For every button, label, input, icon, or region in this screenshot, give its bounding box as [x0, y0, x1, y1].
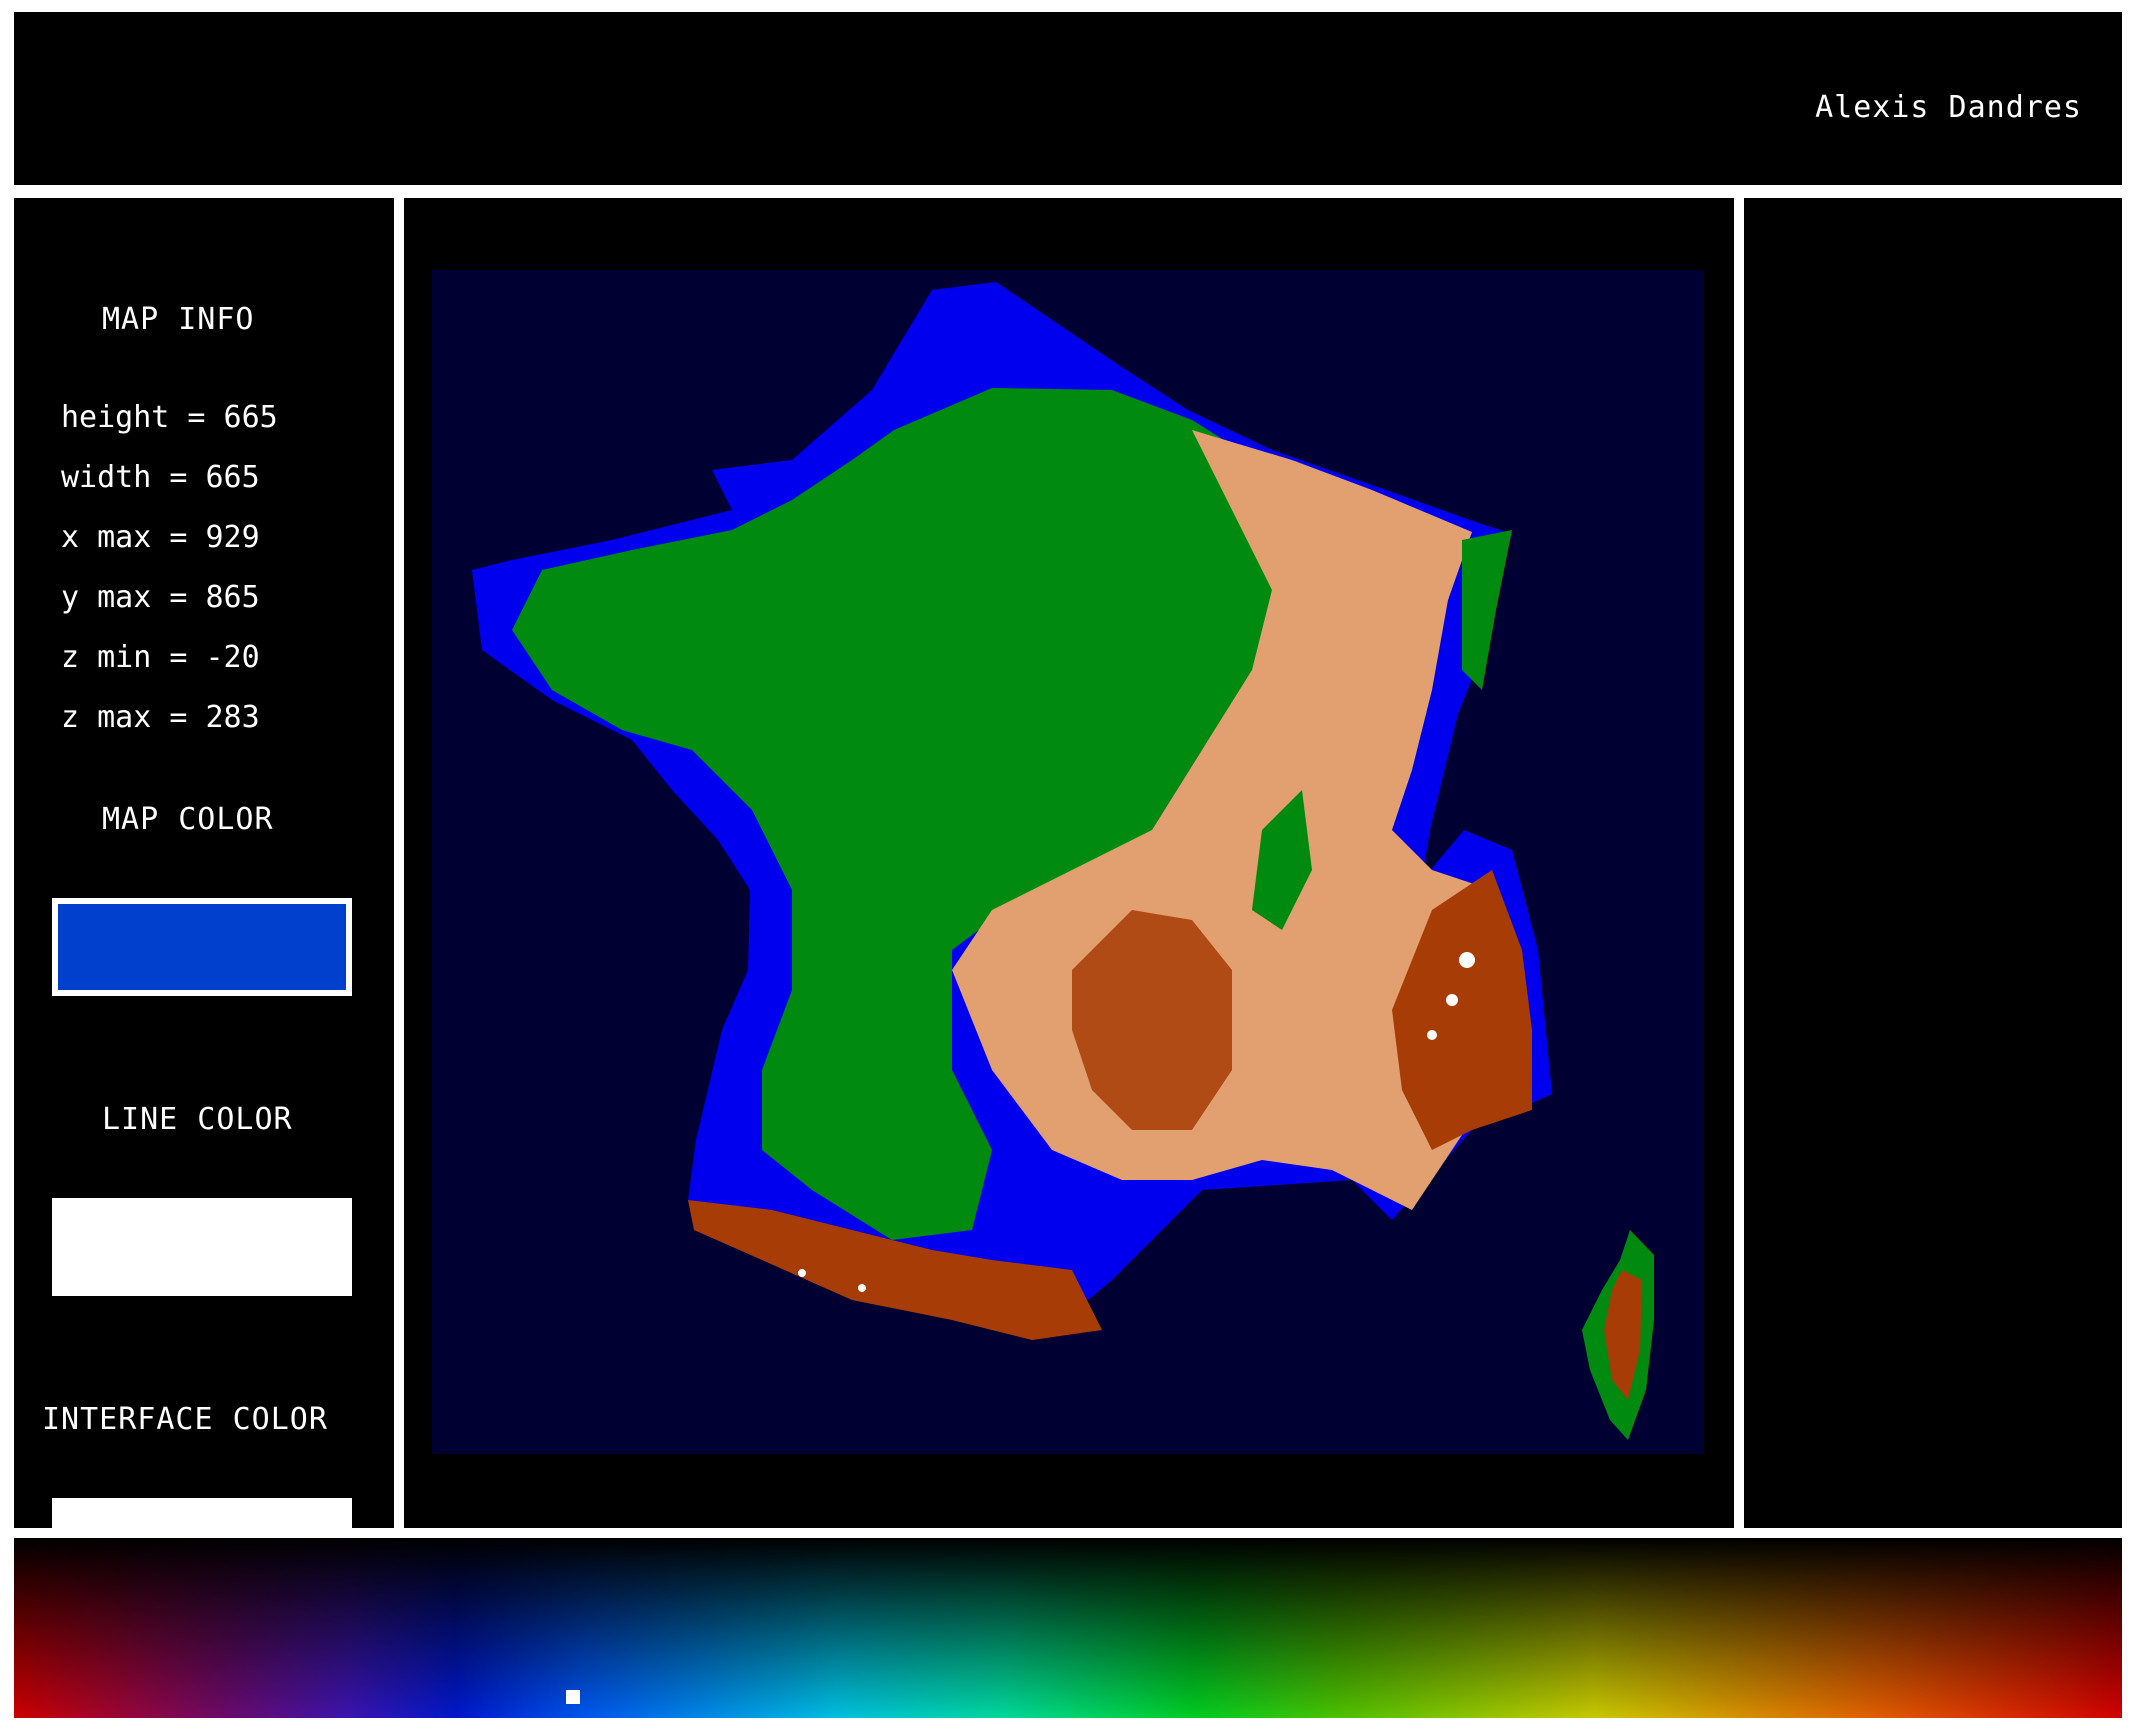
info-width: width = 665 [61, 460, 260, 495]
interface-color-title: INTERFACE COLOR [42, 1402, 328, 1437]
author-name: Alexis Dandres [1815, 90, 2082, 125]
header-bar: Alexis Dandres [14, 12, 2122, 185]
snow-peak [1427, 1030, 1437, 1040]
line-color-title: LINE COLOR [102, 1102, 293, 1137]
info-y-max: y max = 865 [61, 580, 260, 615]
app-window: Alexis Dandres MAP INFO height = 665 wid… [0, 0, 2130, 1726]
snow-peak [1459, 952, 1475, 968]
line-color-swatch[interactable] [52, 1198, 352, 1296]
map-info-title: MAP INFO [102, 302, 255, 337]
snow-peak [858, 1284, 866, 1292]
sidebar: MAP INFO height = 665 width = 665 x max … [14, 198, 394, 1568]
map-color-title: MAP COLOR [102, 802, 274, 837]
color-palette-bar[interactable] [14, 1538, 2122, 1718]
elevation-map[interactable] [432, 270, 1704, 1454]
palette-selector-marker[interactable] [566, 1690, 580, 1704]
map-area [404, 198, 1734, 1528]
right-panel [1744, 198, 2122, 1528]
info-z-min: z min = -20 [61, 640, 260, 675]
info-x-max: x max = 929 [61, 520, 260, 555]
map-color-swatch[interactable] [52, 898, 352, 996]
color-gradient[interactable] [14, 1538, 2122, 1718]
info-height: height = 665 [61, 400, 278, 435]
info-z-max: z max = 283 [61, 700, 260, 735]
snow-peak [1446, 994, 1458, 1006]
snow-peak [798, 1269, 806, 1277]
